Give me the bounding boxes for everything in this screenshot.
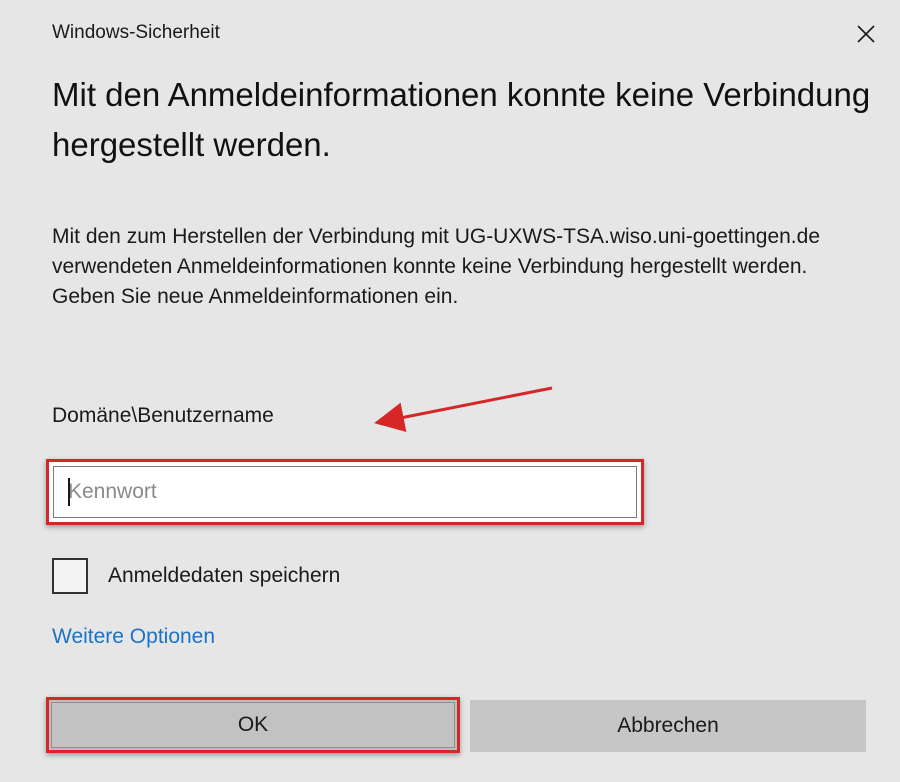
remember-credentials-checkbox[interactable]	[52, 558, 88, 594]
text-caret	[68, 478, 70, 506]
annotation-arrow	[374, 386, 553, 433]
close-icon	[857, 25, 875, 43]
window-title: Windows-Sicherheit	[52, 22, 220, 43]
dialog-heading: Mit den Anmeldeinformationen konnte kein…	[52, 76, 871, 163]
dialog-message: Mit den zum Herstellen der Verbindung mi…	[52, 225, 820, 308]
credential-dialog: Windows-Sicherheit Mit den Anmeldeinform…	[0, 0, 900, 782]
ok-button[interactable]: OK	[51, 702, 455, 748]
more-options-link[interactable]: Weitere Optionen	[52, 625, 215, 649]
password-input[interactable]	[53, 466, 637, 518]
password-highlight-frame	[46, 459, 644, 525]
ok-highlight-frame: OK	[46, 697, 460, 753]
remember-credentials-row[interactable]: Anmeldedaten speichern	[52, 558, 340, 594]
cancel-button[interactable]: Abbrechen	[470, 700, 866, 752]
remember-credentials-label: Anmeldedaten speichern	[108, 564, 341, 587]
close-button[interactable]	[846, 16, 886, 52]
username-label: Domäne\Benutzername	[52, 404, 274, 427]
